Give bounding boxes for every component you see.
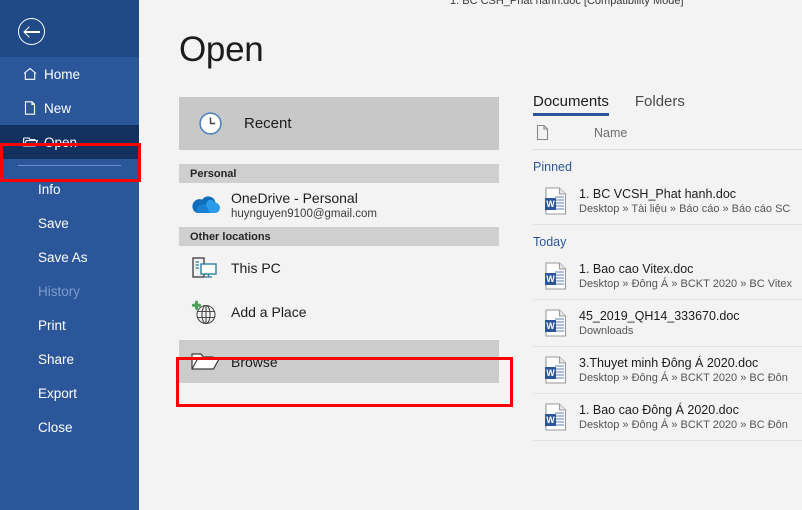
word-doc-icon: W bbox=[533, 186, 579, 216]
sidebar-item-label: Close bbox=[38, 419, 73, 435]
sidebar-item-label: New bbox=[44, 100, 72, 116]
place-onedrive-title: OneDrive - Personal bbox=[231, 190, 358, 206]
places-panel: Open Recent Personal OneDrive - Personal… bbox=[160, 9, 500, 510]
globe-plus-icon bbox=[179, 299, 231, 326]
file-list-item[interactable]: W 1. BC VCSH_Phat hanh.doc Desktop » Tài… bbox=[533, 178, 802, 225]
sidebar-item-label: Open bbox=[44, 134, 78, 150]
file-list-item[interactable]: W 3.Thuyet minh Đông Á 2020.doc Desktop … bbox=[533, 347, 802, 394]
page-title: Open bbox=[179, 30, 264, 69]
files-group-pinned-label: Pinned bbox=[533, 160, 572, 174]
sidebar-item-label: Print bbox=[38, 317, 66, 333]
file-list-item[interactable]: W 1. Bao cao Đông Á 2020.doc Desktop » Đ… bbox=[533, 394, 802, 441]
file-name: 1. Bao cao Vitex.doc bbox=[579, 262, 694, 276]
sidebar-item-export[interactable]: Export bbox=[0, 376, 139, 410]
word-doc-icon: W bbox=[533, 355, 579, 385]
files-group-today-label: Today bbox=[533, 235, 567, 249]
section-label: Personal bbox=[190, 167, 237, 180]
file-path: Downloads bbox=[579, 325, 634, 337]
tab-folders[interactable]: Folders bbox=[635, 93, 685, 116]
svg-text:W: W bbox=[546, 199, 555, 209]
sidebar-item-info[interactable]: Info bbox=[0, 172, 139, 206]
place-recent-label: Recent bbox=[244, 115, 292, 132]
home-icon bbox=[22, 66, 44, 82]
svg-text:W: W bbox=[546, 368, 555, 378]
onedrive-cloud-icon bbox=[179, 193, 231, 217]
sidebar-item-label: Share bbox=[38, 351, 75, 367]
word-backstage-open-screen: 1. BC CSH_Phat hanh.doc [Compatibility M… bbox=[0, 0, 802, 510]
files-tabs: Documents Folders bbox=[533, 93, 802, 116]
place-add-a-place-title: Add a Place bbox=[231, 304, 307, 320]
sidebar-item-history: History bbox=[0, 274, 139, 308]
sidebar-item-home[interactable]: Home bbox=[0, 57, 139, 91]
file-path: Desktop » Tài liệu » Báo cáo » Báo cáo S… bbox=[579, 203, 791, 215]
svg-text:W: W bbox=[546, 274, 555, 284]
place-this-pc[interactable]: This PC bbox=[179, 246, 499, 290]
page-icon bbox=[22, 100, 44, 116]
sidebar-item-print[interactable]: Print bbox=[0, 308, 139, 342]
file-name: 1. BC VCSH_Phat hanh.doc bbox=[579, 187, 737, 201]
word-doc-icon: W bbox=[533, 308, 579, 338]
places-section-personal: Personal bbox=[179, 164, 499, 183]
files-panel: Documents Folders Name Pinned W 1. BC VC… bbox=[517, 9, 802, 510]
folder-icon bbox=[22, 134, 44, 150]
place-this-pc-title: This PC bbox=[231, 260, 281, 276]
place-add-a-place[interactable]: Add a Place bbox=[179, 290, 499, 334]
document-icon bbox=[535, 124, 550, 141]
tab-documents[interactable]: Documents bbox=[533, 93, 609, 116]
file-path: Desktop » Đông Á » BCKT 2020 » BC Đôn bbox=[579, 419, 788, 431]
file-name: 1. Bao cao Đông Á 2020.doc bbox=[579, 403, 739, 417]
sidebar-item-save[interactable]: Save bbox=[0, 206, 139, 240]
clock-icon bbox=[198, 111, 223, 136]
sidebar-item-label: Info bbox=[38, 181, 61, 197]
sidebar-header bbox=[0, 0, 139, 57]
file-list-item[interactable]: W 1. Bao cao Vitex.doc Desktop » Đông Á … bbox=[533, 253, 802, 300]
sidebar-item-label: Home bbox=[44, 66, 81, 82]
place-recent[interactable]: Recent bbox=[179, 97, 499, 150]
folder-open-icon bbox=[179, 350, 231, 374]
places-section-other: Other locations bbox=[179, 227, 499, 246]
backstage-sidebar: Home New Open Info Save Save As History … bbox=[0, 0, 139, 510]
sidebar-divider bbox=[18, 165, 121, 166]
window-title-text: 1. BC CSH_Phat hanh.doc [Compatibility M… bbox=[450, 0, 684, 7]
sidebar-item-label: Save bbox=[38, 215, 69, 231]
column-header-name: Name bbox=[594, 125, 628, 140]
files-column-header: Name bbox=[533, 116, 802, 150]
sidebar-item-open[interactable]: Open bbox=[0, 125, 139, 159]
place-onedrive[interactable]: OneDrive - Personal huynguyen9100@gmail.… bbox=[179, 183, 499, 227]
file-path: Desktop » Đông Á » BCKT 2020 » BC Đôn bbox=[579, 372, 788, 384]
window-title-bar: 1. BC CSH_Phat hanh.doc [Compatibility M… bbox=[160, 0, 802, 9]
back-arrow-icon[interactable] bbox=[18, 18, 45, 45]
sidebar-item-close[interactable]: Close bbox=[0, 410, 139, 444]
word-doc-icon: W bbox=[533, 261, 579, 291]
place-onedrive-account: huynguyen9100@gmail.com bbox=[231, 208, 377, 220]
sidebar-item-new[interactable]: New bbox=[0, 91, 139, 125]
tab-label: Documents bbox=[533, 93, 609, 110]
file-name: 3.Thuyet minh Đông Á 2020.doc bbox=[579, 356, 759, 370]
file-path: Desktop » Đông Á » BCKT 2020 » BC Vitex bbox=[579, 278, 792, 290]
sidebar-item-label: Save As bbox=[38, 249, 88, 265]
sidebar-item-label: History bbox=[38, 283, 81, 299]
svg-text:W: W bbox=[546, 321, 555, 331]
tab-label: Folders bbox=[634, 93, 685, 110]
sidebar-item-share[interactable]: Share bbox=[0, 342, 139, 376]
file-list-item[interactable]: W 45_2019_QH14_333670.doc Downloads bbox=[533, 300, 802, 347]
sidebar-item-label: Export bbox=[38, 385, 78, 401]
svg-text:W: W bbox=[546, 415, 555, 425]
computer-icon bbox=[179, 255, 231, 281]
place-browse-title: Browse bbox=[231, 353, 278, 370]
file-name: 45_2019_QH14_333670.doc bbox=[579, 309, 740, 323]
section-label: Other locations bbox=[190, 230, 271, 243]
place-browse[interactable]: Browse bbox=[179, 340, 499, 383]
word-doc-icon: W bbox=[533, 402, 579, 432]
sidebar-item-save-as[interactable]: Save As bbox=[0, 240, 139, 274]
